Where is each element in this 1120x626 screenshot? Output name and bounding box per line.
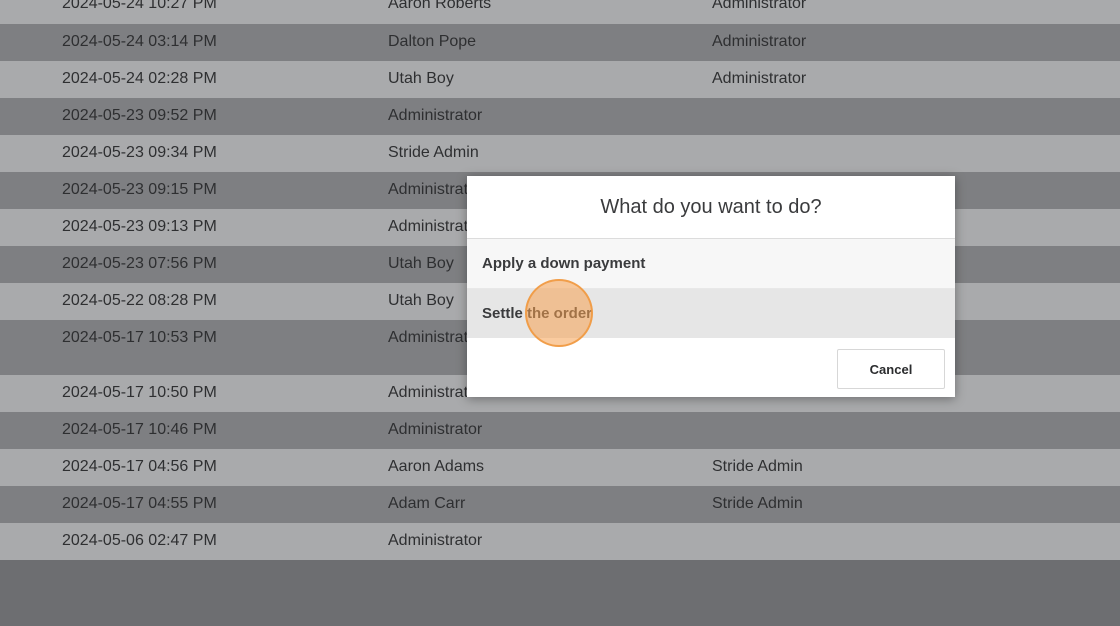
user-cell: Administrat: [388, 181, 469, 198]
table-row: 2024-05-24 02:28 PM Utah Boy Administrat…: [0, 61, 1120, 98]
date-cell: 2024-05-17 10:46 PM: [62, 421, 217, 438]
date-cell: 2024-05-17 10:50 PM: [62, 384, 217, 401]
user-cell: Adam Carr: [388, 495, 466, 512]
dialog-footer: Cancel: [467, 338, 955, 397]
user-cell: Utah Boy: [388, 255, 454, 272]
table-row: 2024-05-17 04:56 PM Aaron Adams Stride A…: [0, 449, 1120, 486]
date-cell: 2024-05-24 03:14 PM: [62, 33, 217, 50]
by-cell: Administrator: [712, 33, 807, 50]
date-cell: 2024-05-22 08:28 PM: [62, 292, 217, 309]
date-cell: 2024-05-17 10:53 PM: [62, 329, 217, 346]
table-empty-area: [0, 561, 1120, 626]
dialog-title: What do you want to do?: [467, 176, 955, 239]
user-cell: Administrator: [388, 107, 483, 124]
by-cell: Stride Admin: [712, 458, 803, 475]
action-dialog: What do you want to do? Apply a down pay…: [467, 176, 955, 397]
user-cell: Administrator: [388, 532, 483, 549]
date-cell: 2024-05-23 09:52 PM: [62, 107, 217, 124]
date-cell: 2024-05-17 04:56 PM: [62, 458, 217, 475]
table-row: 2024-05-17 04:55 PM Adam Carr Stride Adm…: [0, 486, 1120, 523]
apply-down-payment-option[interactable]: Apply a down payment: [467, 239, 955, 289]
user-cell: Aaron Roberts: [388, 0, 492, 12]
date-cell: 2024-05-24 02:28 PM: [62, 70, 217, 87]
table-row: 2024-05-17 10:46 PM Administrator: [0, 412, 1120, 449]
date-cell: 2024-05-23 07:56 PM: [62, 255, 217, 272]
date-cell: 2024-05-23 09:15 PM: [62, 181, 217, 198]
user-cell: Utah Boy: [388, 292, 454, 309]
user-cell: Utah Boy: [388, 70, 454, 87]
by-cell: Stride Admin: [712, 495, 803, 512]
user-cell: Aaron Adams: [388, 458, 485, 475]
user-cell: Administrat: [388, 384, 469, 401]
user-cell: Administrat: [388, 218, 469, 235]
by-cell: Administrator: [712, 70, 807, 87]
settle-order-option[interactable]: Settle the order: [467, 289, 955, 338]
user-cell: Administrat: [388, 329, 469, 346]
table-row: 2024-05-23 09:34 PM Stride Admin: [0, 135, 1120, 172]
user-cell: Administrator: [388, 421, 483, 438]
by-cell: Administrator: [712, 0, 807, 12]
date-cell: 2024-05-23 09:13 PM: [62, 218, 217, 235]
table-row: 2024-05-23 09:52 PM Administrator: [0, 98, 1120, 135]
user-cell: Stride Admin: [388, 144, 479, 161]
date-cell: 2024-05-23 09:34 PM: [62, 144, 217, 161]
user-cell: Dalton Pope: [388, 33, 477, 50]
table-row: 2024-05-06 02:47 PM Administrator: [0, 523, 1120, 560]
table-row: 2024-05-24 10:27 PM Aaron Roberts Admini…: [0, 0, 1120, 24]
cancel-button[interactable]: Cancel: [837, 349, 945, 389]
date-cell: 2024-05-24 10:27 PM: [62, 0, 217, 12]
table-row: 2024-05-24 03:14 PM Dalton Pope Administ…: [0, 24, 1120, 61]
date-cell: 2024-05-06 02:47 PM: [62, 532, 217, 549]
date-cell: 2024-05-17 04:55 PM: [62, 495, 217, 512]
